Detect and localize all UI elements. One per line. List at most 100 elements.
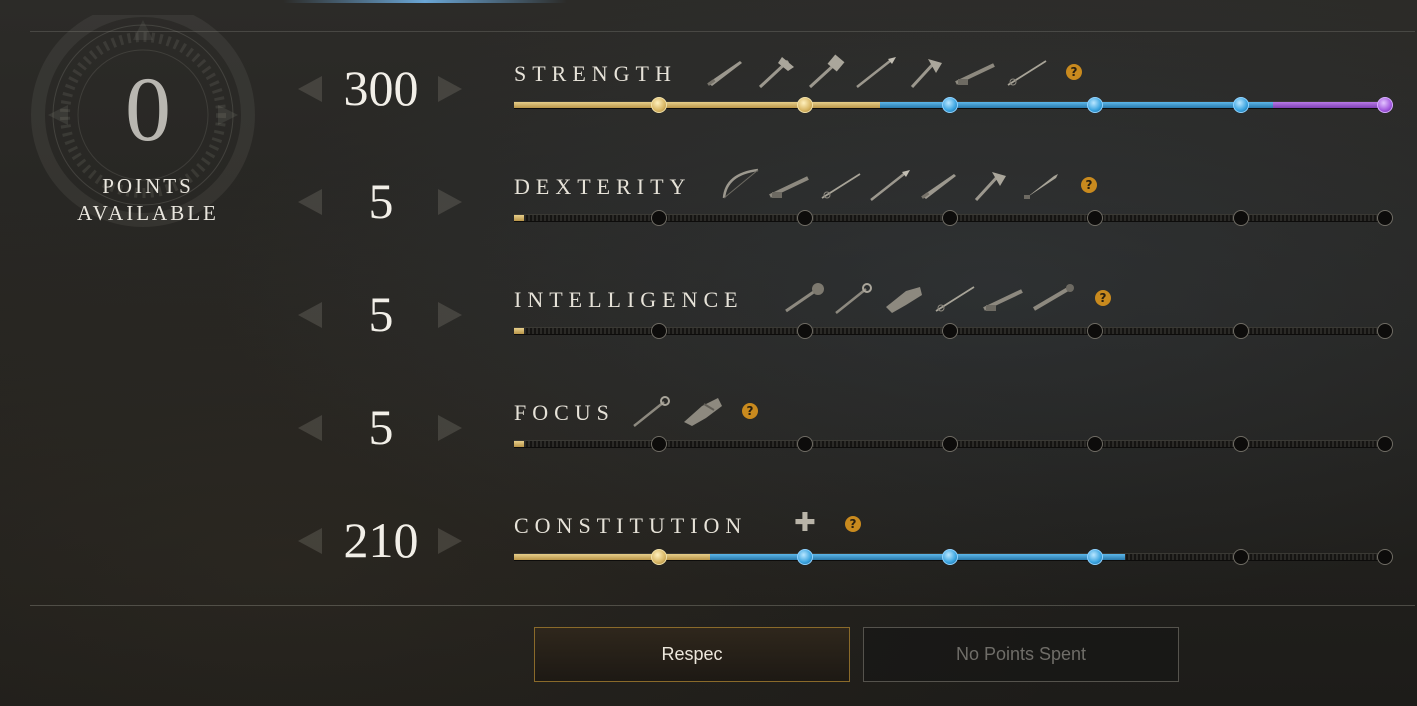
- decrease-constitution-arrow-icon[interactable]: [298, 528, 322, 554]
- milestone-node-4[interactable]: [1087, 549, 1104, 565]
- dagger-icon: [1024, 174, 1058, 199]
- intelligence-weapons: [782, 279, 1082, 319]
- milestone-node-6[interactable]: [1377, 97, 1393, 113]
- blunderbuss-icon: [1032, 284, 1074, 311]
- constitution-label: CONSTITUTION: [514, 513, 748, 538]
- fire-staff-icon: [785, 283, 824, 313]
- milestone-node-3[interactable]: [942, 549, 958, 565]
- strength-label: STRENGTH: [514, 61, 677, 86]
- dexterity-label: DEXTERITY: [514, 174, 692, 199]
- milestone-node-4[interactable]: [1087, 436, 1104, 452]
- hatchet-icon: [910, 59, 942, 89]
- milestone-node-1[interactable]: [651, 436, 668, 452]
- milestone-node-3[interactable]: [942, 210, 958, 226]
- milestone-node-6[interactable]: [1377, 436, 1393, 452]
- milestone-node-1[interactable]: [651, 323, 668, 339]
- respec-button[interactable]: Respec: [534, 627, 850, 682]
- decrease-strength-arrow-icon[interactable]: [298, 76, 322, 102]
- milestone-node-2[interactable]: [796, 97, 813, 113]
- increase-strength-arrow-icon[interactable]: [438, 76, 462, 102]
- progress-fill-purple: [1272, 102, 1386, 108]
- milestone-node-1[interactable]: [651, 97, 668, 113]
- bow-icon: [722, 168, 759, 199]
- intelligence-progress-track: [514, 323, 1393, 339]
- focus-weapons: [630, 392, 730, 432]
- milestone-node-3[interactable]: [942, 323, 958, 339]
- milestone-node-3[interactable]: [942, 97, 958, 113]
- attribute-row-focus: 5 FOCUS ?: [0, 389, 1417, 479]
- focus-value: 5: [368, 399, 394, 455]
- intelligence-value: 5: [368, 286, 394, 342]
- milestone-node-5[interactable]: [1232, 210, 1249, 226]
- progress-fill-gold: [514, 441, 525, 447]
- life-staff-icon: [835, 283, 872, 314]
- focus-help-icon[interactable]: ?: [742, 403, 758, 419]
- milestone-node-5[interactable]: [1232, 436, 1249, 452]
- milestone-node-5[interactable]: [1232, 323, 1249, 339]
- milestone-node-2[interactable]: [796, 436, 813, 452]
- decrease-dexterity-arrow-icon[interactable]: [298, 189, 322, 215]
- hatchet-icon: [974, 172, 1006, 202]
- focus-progress-track: [514, 436, 1393, 452]
- rapier-icon: [935, 286, 975, 312]
- constitution-value: 210: [343, 512, 419, 568]
- strength-value: 300: [343, 60, 419, 116]
- void-gauntlet-icon: [684, 398, 722, 426]
- progress-fill-gold: [514, 215, 525, 221]
- constitution-help-icon[interactable]: ?: [845, 516, 861, 532]
- dexterity-value: 5: [368, 173, 394, 229]
- milestone-node-3[interactable]: [942, 436, 958, 452]
- attribute-row-intelligence: 5 INTELLIGENCE ?: [0, 276, 1417, 366]
- focus-label: FOCUS: [514, 400, 615, 425]
- milestone-node-6[interactable]: [1377, 549, 1393, 565]
- musket-icon: [769, 176, 809, 198]
- top-accent-line: [283, 0, 567, 3]
- intelligence-help-icon[interactable]: ?: [1095, 290, 1111, 306]
- intelligence-label: INTELLIGENCE: [514, 287, 744, 312]
- rapier-icon: [821, 173, 861, 199]
- progress-fill-gold: [514, 554, 711, 560]
- dexterity-weapons: [718, 166, 1068, 206]
- milestone-node-1[interactable]: [651, 549, 668, 565]
- milestone-node-4[interactable]: [1087, 210, 1104, 226]
- increase-intelligence-arrow-icon[interactable]: [438, 302, 462, 328]
- decrease-focus-arrow-icon[interactable]: [298, 415, 322, 441]
- sword-icon: [707, 61, 742, 86]
- milestone-node-5[interactable]: [1232, 97, 1249, 113]
- progress-fill-blue: [710, 554, 1126, 560]
- milestone-node-2[interactable]: [796, 549, 813, 565]
- spear-icon: [856, 57, 896, 88]
- war-hammer-axe-icon: [758, 57, 794, 89]
- progress-fill-gold: [514, 102, 881, 108]
- milestone-node-5[interactable]: [1232, 549, 1249, 565]
- attribute-row-dexterity: 5 DEXTERITY ?: [0, 163, 1417, 253]
- milestone-node-6[interactable]: [1377, 323, 1393, 339]
- strength-help-icon[interactable]: ?: [1066, 64, 1082, 80]
- attribute-row-strength: 300 STRENGTH ?: [0, 50, 1417, 140]
- rapier-icon: [1007, 60, 1047, 86]
- dexterity-help-icon[interactable]: ?: [1081, 177, 1097, 193]
- milestone-node-2[interactable]: [796, 210, 813, 226]
- strength-weapons: [704, 53, 1054, 93]
- milestone-node-1[interactable]: [651, 210, 668, 226]
- life-staff-icon: [633, 396, 670, 427]
- milestone-node-2[interactable]: [796, 323, 813, 339]
- panel-bottom-divider: [30, 605, 1415, 606]
- milestone-node-4[interactable]: [1087, 323, 1104, 339]
- increase-dexterity-arrow-icon[interactable]: [438, 189, 462, 215]
- increase-constitution-arrow-icon[interactable]: [438, 528, 462, 554]
- progress-fill-blue: [880, 102, 1273, 108]
- progress-fill-gold: [514, 328, 525, 334]
- milestone-node-6[interactable]: [1377, 210, 1393, 226]
- increase-focus-arrow-icon[interactable]: [438, 415, 462, 441]
- decrease-intelligence-arrow-icon[interactable]: [298, 302, 322, 328]
- hammer-icon: [808, 54, 845, 89]
- milestone-node-4[interactable]: [1087, 97, 1104, 113]
- dexterity-progress-track: [514, 210, 1393, 226]
- constitution-plus-icon[interactable]: ✚: [794, 508, 816, 538]
- sword-icon: [921, 174, 956, 199]
- musket-icon: [955, 63, 995, 85]
- attribute-row-constitution: 210 CONSTITUTION ✚ ?: [0, 502, 1417, 592]
- spear-icon: [870, 170, 910, 201]
- no-points-spent-button[interactable]: No Points Spent: [863, 627, 1179, 682]
